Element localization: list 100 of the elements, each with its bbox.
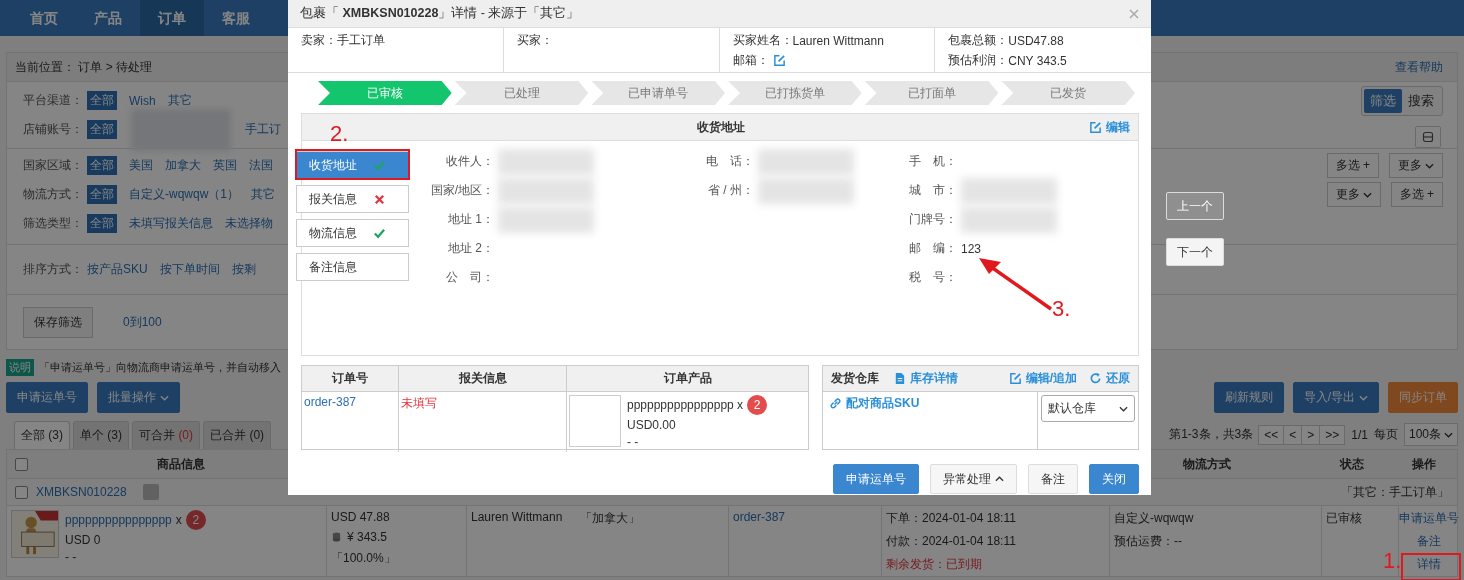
close-icon[interactable] — [1129, 8, 1139, 19]
filter-option[interactable]: 全部 — [87, 156, 117, 175]
dialog-button[interactable]: 关闭 — [1089, 464, 1139, 494]
filter-option[interactable]: 全部 — [87, 120, 117, 139]
tab[interactable]: 已合并 (0) — [203, 421, 272, 449]
filter-option[interactable]: 法国 — [249, 157, 273, 174]
toolbar-button[interactable]: 刷新规则 — [1213, 382, 1284, 413]
product-link[interactable]: pppppppppppppppp — [65, 513, 172, 527]
column-header: 物流方式 — [1182, 455, 1232, 473]
edit-link[interactable]: 编辑 — [1085, 118, 1130, 136]
check-icon — [373, 226, 386, 240]
filter-option[interactable]: 自定义-wqwqw（1） — [129, 186, 239, 203]
edit-icon[interactable] — [772, 54, 786, 67]
pager-button[interactable]: 下一个 — [1166, 238, 1224, 266]
filter-button[interactable]: 多选 + — [1326, 153, 1379, 178]
nav-tab[interactable]: 客服 — [204, 0, 268, 36]
action-link[interactable]: 详情 — [1417, 556, 1441, 573]
field-label: 手 机： — [908, 153, 957, 170]
action-link[interactable]: 备注 — [1417, 533, 1441, 550]
filter-option[interactable]: 未填写报关信息 — [129, 215, 213, 232]
filter-option[interactable]: Wish — [129, 93, 156, 108]
dialog-button[interactable]: 申请运单号 — [833, 464, 919, 494]
filter-option[interactable]: 全部 — [87, 185, 117, 204]
toolbar-button[interactable]: 申请运单号 — [6, 382, 88, 413]
section-tab[interactable]: 收货地址 — [296, 151, 409, 179]
pair-sku-link[interactable]: 配对商品SKU — [825, 395, 1035, 412]
nav-tab[interactable]: 订单 — [140, 0, 204, 36]
order-amount: USD 47.88 — [331, 510, 391, 524]
select-all-checkbox[interactable] — [15, 457, 28, 471]
filter-option[interactable]: 按剩 — [231, 261, 256, 278]
warehouse-select[interactable]: 默认仓库 — [1041, 395, 1135, 422]
tab[interactable]: 全部 (3) — [14, 421, 70, 449]
product-sku: - - — [627, 435, 640, 449]
filter-label: 物流方式： — [23, 186, 83, 203]
chevron-down-icon — [1425, 162, 1434, 169]
panel-link[interactable]: 库存详情 — [889, 370, 958, 387]
dialog-button[interactable]: 异常处理 — [930, 464, 1017, 494]
order-link[interactable]: order-387 — [733, 510, 786, 573]
chevron-up-icon — [995, 476, 1004, 482]
row-checkbox[interactable] — [15, 485, 28, 499]
panel-link[interactable]: 编辑/追加 — [1004, 370, 1077, 387]
section-tab[interactable]: 备注信息 — [296, 253, 409, 281]
order-link[interactable]: order-387 — [304, 395, 357, 409]
page-button[interactable]: >> — [1319, 424, 1346, 445]
filter-button[interactable]: 更多 — [1389, 153, 1443, 178]
per-page-select[interactable]: 100条 — [1403, 423, 1458, 446]
breadcrumb: 当前位置： 订单 > 待处理 — [15, 58, 152, 76]
page-button[interactable]: < — [1283, 424, 1303, 445]
filter-button[interactable]: 多选 + — [1390, 182, 1443, 207]
filter-option[interactable]: 未选择物 — [225, 215, 273, 232]
section-tab[interactable]: 报关信息 — [296, 185, 409, 213]
shipping-method: 自定义-wqwqw — [1114, 510, 1195, 527]
package-link[interactable]: XMBKSN010228 — [36, 485, 127, 499]
filter-option[interactable]: 加拿大 — [165, 157, 201, 174]
tab[interactable]: 单个 (3) — [73, 421, 130, 449]
panel-title: 收货地址 — [697, 118, 745, 136]
filter-option[interactable]: 其它 — [167, 92, 192, 109]
field-label: 电 话： — [705, 153, 754, 170]
buyer-name: Lauren Wittmann — [471, 510, 563, 526]
edit-icon[interactable] — [1089, 120, 1102, 134]
toolbar-button[interactable]: 导入/导出 — [1292, 382, 1379, 413]
filter-option[interactable]: 按产品SKU — [87, 261, 148, 278]
filter-option[interactable]: 英国 — [213, 157, 237, 174]
filter-option[interactable]: 按下单时间 — [159, 261, 220, 278]
toolbar-button[interactable]: 批量操作 — [97, 382, 180, 413]
info-label: 买家： — [516, 32, 553, 49]
filter-option[interactable]: 全部 — [87, 214, 117, 233]
page-summary: 第1-3条，共3条 — [1169, 426, 1254, 443]
page-button[interactable]: << — [1258, 424, 1285, 445]
page-button[interactable]: > — [1301, 424, 1321, 445]
nav-tab[interactable]: 首页 — [12, 0, 76, 36]
save-filter-button[interactable]: 保存筛选 — [23, 306, 93, 338]
column-header: 状态 — [1338, 455, 1365, 473]
buyer-country: 「加拿大」 — [580, 510, 641, 527]
field-label: 邮 编： — [908, 240, 957, 257]
help-link[interactable]: 查看帮助 — [1395, 58, 1443, 76]
toolbar-button[interactable]: 同步订单 — [1388, 382, 1458, 413]
section-tab[interactable]: 物流信息 — [296, 219, 409, 247]
annotation-number: 1. — [1383, 548, 1402, 574]
field-label: 地址 2： — [447, 240, 494, 257]
collapse-button[interactable] — [1415, 125, 1441, 148]
filter-button[interactable]: 更多 — [1326, 182, 1381, 207]
filter-option[interactable]: 全部 — [87, 91, 117, 110]
dialog-button[interactable]: 备注 — [1028, 464, 1078, 494]
nav-tab[interactable]: 产品 — [76, 0, 140, 36]
filter-option[interactable]: 美国 — [129, 157, 153, 174]
filter-label: 国家区域： — [23, 157, 83, 174]
panel-link[interactable]: 还原 — [1085, 370, 1130, 387]
tab[interactable]: 可合并 (0) — [132, 421, 201, 449]
panel-icon — [1422, 130, 1434, 143]
filter-option[interactable]: 手工订 — [245, 121, 281, 138]
toggle-option[interactable]: 筛选 — [1364, 88, 1402, 113]
filter-option[interactable]: 其它 — [251, 186, 275, 203]
range-link[interactable]: 0到100 — [123, 313, 162, 331]
toggle-option[interactable]: 搜索 — [1402, 88, 1440, 113]
link-icon — [829, 397, 842, 410]
info-label: 买家姓名： — [732, 32, 793, 49]
action-link[interactable]: 申请运单号 — [1399, 510, 1459, 527]
chevron-down-icon — [160, 394, 169, 401]
edit-icon[interactable] — [1008, 372, 1022, 385]
